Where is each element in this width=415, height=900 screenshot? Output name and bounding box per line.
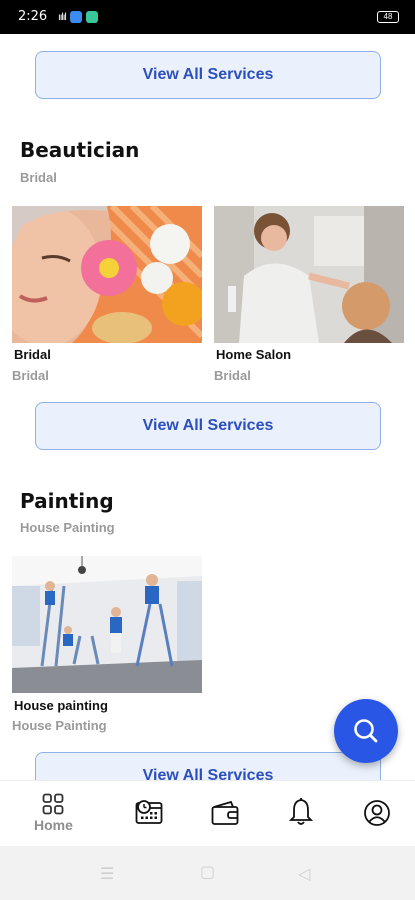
- profile-icon: [364, 800, 390, 826]
- view-all-services-button[interactable]: View All Services: [35, 402, 381, 450]
- nav-item-home[interactable]: Home: [34, 793, 73, 833]
- battery-icon: 48: [377, 11, 399, 23]
- home-square-icon[interactable]: ▢: [200, 862, 215, 882]
- bell-icon: [289, 798, 313, 825]
- system-navigation-bar: ☰ ▢ ◁: [0, 846, 415, 900]
- signal-icon: ıılıl: [58, 11, 67, 23]
- section-subtitle: Bridal: [20, 170, 57, 185]
- nav-item-wallet[interactable]: [211, 800, 239, 826]
- card-title: Bridal: [14, 347, 51, 362]
- house-painting-image[interactable]: [12, 556, 202, 693]
- bottom-navigation: Home: [0, 780, 415, 846]
- calendar-icon: [135, 800, 163, 824]
- card-title: House painting: [14, 698, 108, 713]
- card-subtitle: Bridal: [12, 368, 49, 383]
- nav-item-profile[interactable]: [363, 799, 391, 827]
- status-time: 2:26: [18, 9, 48, 24]
- nav-label-home: Home: [34, 817, 73, 833]
- status-icons: ıılıl: [58, 11, 98, 23]
- status-bar: 2:26 ıılıl 48: [0, 0, 415, 34]
- section-title: Beautician: [20, 138, 140, 162]
- app-notification-icon: [85, 11, 98, 23]
- view-all-services-button[interactable]: View All Services: [35, 752, 381, 780]
- card-subtitle: House Painting: [12, 718, 107, 733]
- home-salon-image[interactable]: [214, 206, 404, 343]
- section-title: Painting: [20, 489, 114, 513]
- section-subtitle: House Painting: [20, 520, 115, 535]
- back-icon[interactable]: ◁: [298, 864, 310, 884]
- nav-item-notifications[interactable]: [289, 798, 313, 826]
- menu-icon[interactable]: ☰: [100, 864, 114, 884]
- card-title: Home Salon: [216, 347, 292, 362]
- main-content[interactable]: View All Services Beautician Bridal Brid…: [0, 34, 415, 780]
- wallet-icon: [211, 800, 239, 825]
- nav-item-bookings[interactable]: [135, 799, 163, 825]
- grid-icon: [43, 793, 64, 815]
- view-all-services-button[interactable]: View All Services: [35, 51, 381, 99]
- bridal-image[interactable]: [12, 206, 202, 343]
- search-fab-button[interactable]: [334, 699, 398, 763]
- app-notification-icon: [69, 11, 82, 23]
- card-subtitle: Bridal: [214, 368, 251, 383]
- search-icon: [354, 719, 378, 743]
